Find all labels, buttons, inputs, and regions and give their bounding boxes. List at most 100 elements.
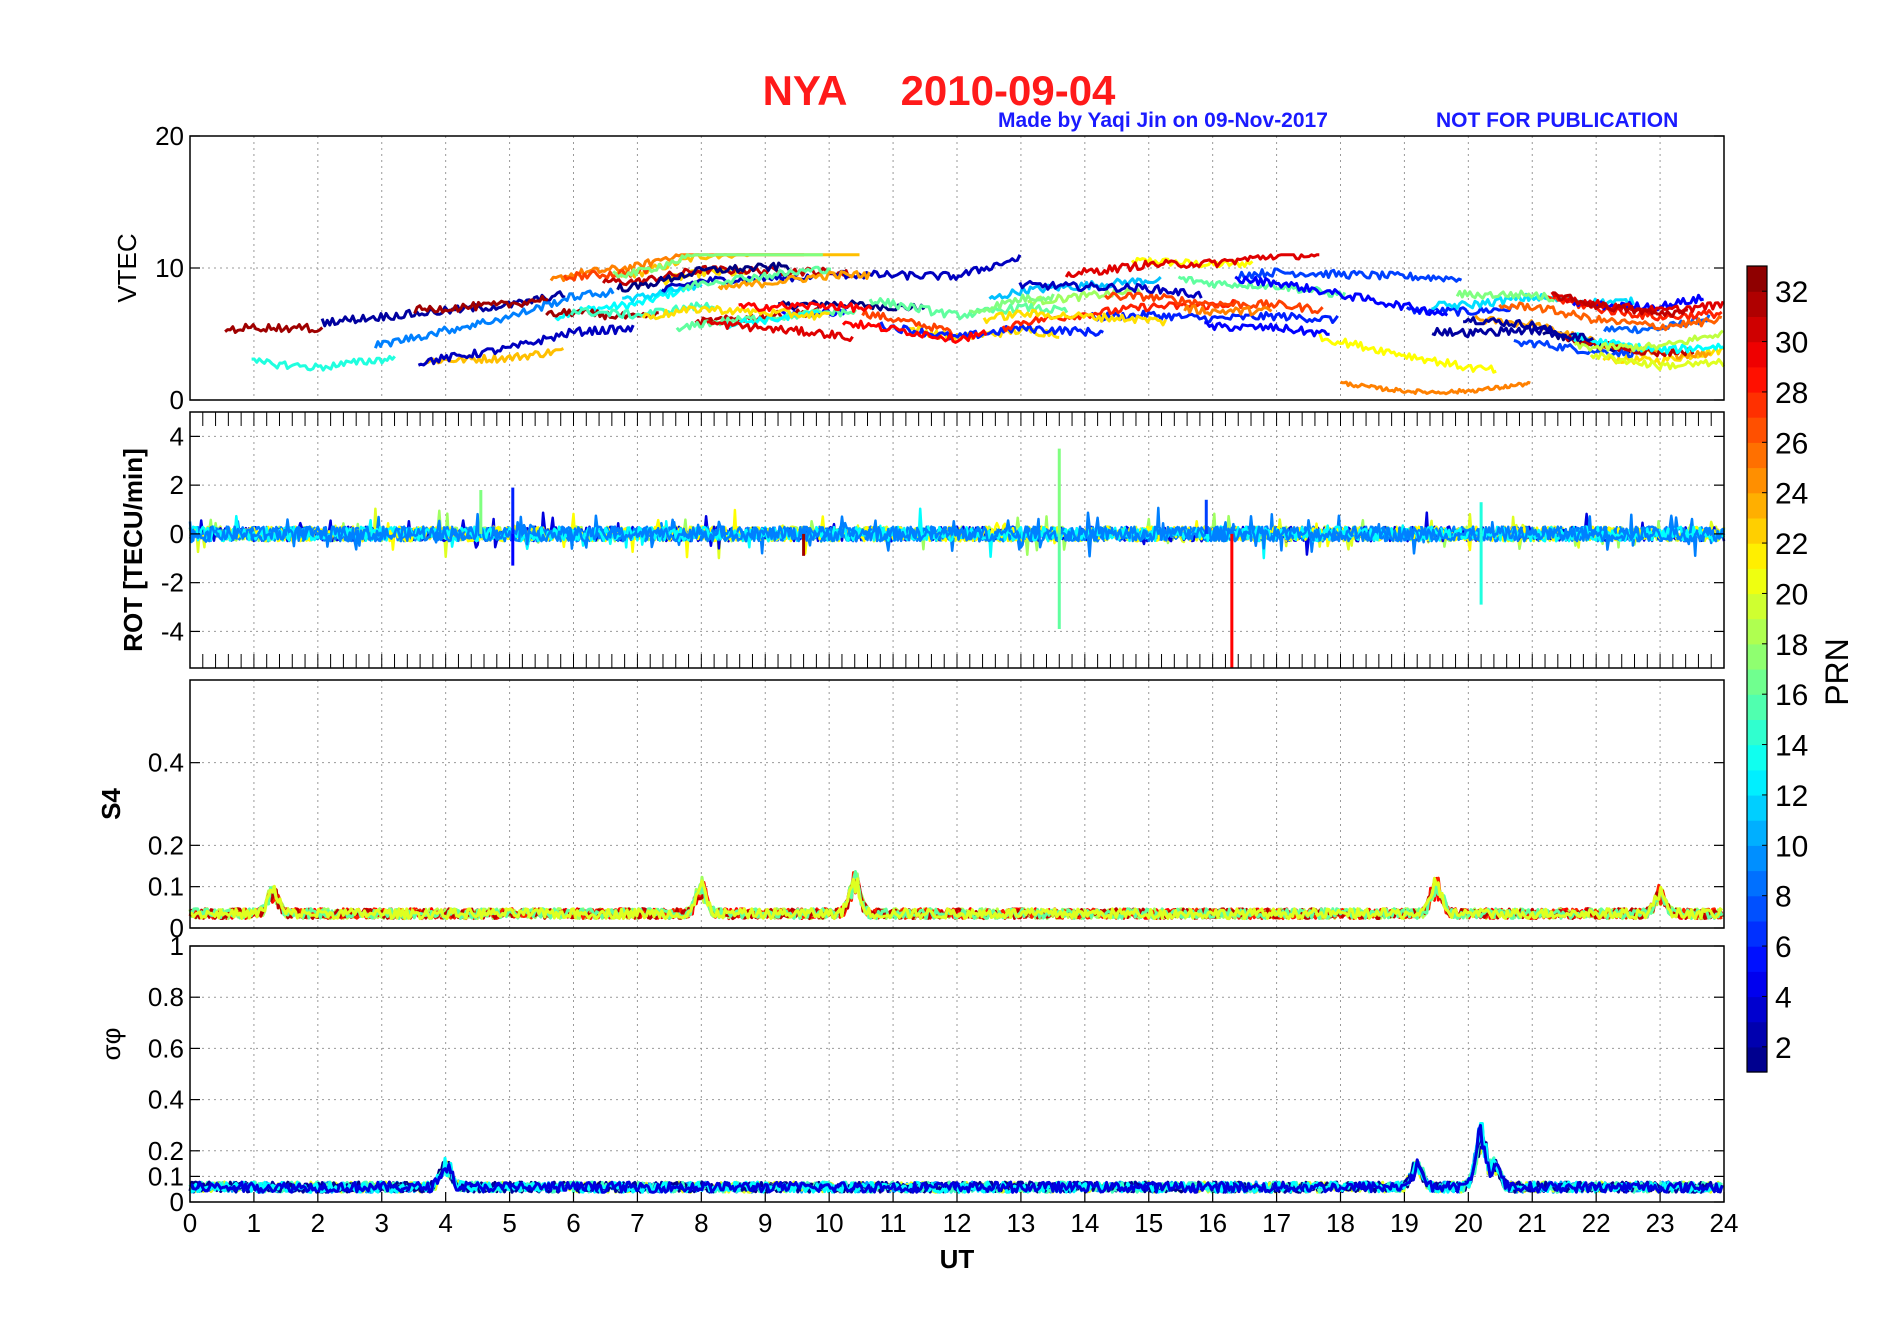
colorbar-segment: [1747, 669, 1767, 695]
chart-title-date: 2010-09-04: [901, 67, 1116, 114]
x-tick-label: 11: [880, 1208, 907, 1238]
y-tick-label: 4: [170, 421, 184, 451]
colorbar-tick-label: 14: [1775, 730, 1808, 763]
colorbar-segment: [1747, 291, 1767, 317]
colorbar-segment: [1747, 946, 1767, 972]
colorbar-tick-label: 6: [1775, 931, 1792, 964]
x-tick-label: 2: [311, 1208, 325, 1238]
y-tick-label: 0: [170, 385, 184, 415]
colorbar-segment: [1747, 341, 1767, 368]
colorbar-segment: [1747, 316, 1767, 343]
colorbar-segment: [1747, 820, 1767, 846]
x-tick-label: 4: [438, 1208, 452, 1238]
colorbar-segment: [1747, 593, 1767, 620]
y-tick-label: 0.6: [148, 1033, 184, 1063]
x-tick-label: 10: [815, 1208, 844, 1238]
colorbar: 2468101214161820222426283032PRN: [1746, 265, 1855, 1073]
colorbar-segment: [1747, 870, 1767, 897]
colorbar-segment: [1747, 391, 1767, 418]
y-tick-label: 20: [155, 121, 184, 151]
colorbar-segment: [1747, 719, 1767, 746]
colorbar-tick-label: 10: [1775, 830, 1808, 863]
panel-rot: -4 -2 0 2 4 ROT [TECU/min]: [118, 411, 1726, 669]
y-tick-label: -4: [161, 616, 184, 646]
y-tick-label: 10: [155, 253, 184, 283]
y-axis-label: VTEC: [112, 233, 142, 302]
colorbar-tick-label: 28: [1775, 377, 1808, 410]
colorbar-tick-label: 32: [1775, 276, 1808, 309]
x-tick-label: 22: [1582, 1208, 1611, 1238]
panels: 01020VTEC-4-2024ROT [TECU/min]00.10.20.4…: [96, 121, 1726, 1217]
colorbar-segment: [1747, 694, 1767, 720]
colorbar-segment: [1747, 1046, 1767, 1073]
x-tick-label: 0: [183, 1208, 197, 1238]
x-tick-label: 3: [375, 1208, 389, 1238]
colorbar-tick-label: 2: [1775, 1032, 1792, 1065]
y-tick-label: 0.4: [148, 1085, 184, 1115]
credit-text: Made by Yaqi Jin on 09-Nov-2017: [998, 109, 1328, 132]
x-tick-label: 24: [1710, 1208, 1739, 1238]
colorbar-tick-label: 26: [1775, 427, 1808, 460]
colorbar-segment: [1747, 744, 1767, 771]
colorbar-segment: [1747, 971, 1767, 998]
colorbar-segment: [1747, 266, 1767, 292]
y-axis-label: S4: [96, 788, 126, 820]
colorbar-tick-label: 30: [1775, 327, 1808, 360]
x-tick-label: 17: [1262, 1208, 1291, 1238]
y-tick-label: 0.1: [148, 1161, 184, 1191]
x-tick-label: 8: [694, 1208, 708, 1238]
colorbar-segment: [1747, 1021, 1767, 1048]
x-tick-label: 9: [758, 1208, 772, 1238]
colorbar-segment: [1747, 643, 1767, 670]
panel-sigma_phi: 00.10.20.40.60.81σφ: [96, 931, 1725, 1217]
x-tick-label: 13: [1006, 1208, 1035, 1238]
y-tick-label: 0.1: [148, 872, 184, 902]
y-axis-label: σφ: [96, 1028, 126, 1061]
colorbar-tick-label: 8: [1775, 881, 1792, 914]
y-axis-label: ROT [TECU/min]: [118, 448, 148, 652]
colorbar-segment: [1747, 417, 1767, 443]
colorbar-segment: [1747, 568, 1767, 595]
x-tick-label: 16: [1198, 1208, 1227, 1238]
x-tick-label: 19: [1390, 1208, 1419, 1238]
panel-vtec: 0 10 20 VTEC: [112, 121, 1726, 415]
colorbar-tick-label: 18: [1775, 629, 1808, 662]
y-tick-label: 0.4: [148, 748, 184, 778]
colorbar-tick-label: 12: [1775, 780, 1808, 813]
y-tick-label: -2: [161, 568, 184, 598]
colorbar-tick-label: 22: [1775, 528, 1808, 561]
colorbar-segment: [1747, 492, 1767, 519]
colorbar-label: PRN: [1819, 638, 1855, 706]
y-tick-label: 0.8: [148, 982, 184, 1012]
colorbar-segment: [1747, 543, 1767, 569]
x-tick-label: 7: [630, 1208, 644, 1238]
x-tick-label: 14: [1070, 1208, 1099, 1238]
colorbar-tick-label: 24: [1775, 478, 1808, 511]
colorbar-segment: [1747, 618, 1767, 645]
colorbar-segment: [1747, 442, 1767, 469]
colorbar-segment: [1747, 366, 1767, 393]
colorbar-segment: [1747, 920, 1767, 947]
colorbar-segment: [1747, 895, 1767, 922]
y-tick-label: 1: [170, 931, 184, 961]
y-tick-label: 0.2: [148, 1136, 184, 1166]
colorbar-segment: [1747, 845, 1767, 872]
colorbar-segment: [1747, 769, 1767, 796]
x-tick-label: 12: [943, 1208, 972, 1238]
publication-notice: NOT FOR PUBLICATION: [1436, 109, 1678, 132]
x-tick-label: 20: [1454, 1208, 1483, 1238]
x-tick-label: 1: [247, 1208, 261, 1238]
y-tick-label: 2: [170, 470, 184, 500]
x-tick-label: 18: [1326, 1208, 1355, 1238]
y-tick-label: 0: [170, 519, 184, 549]
x-tick-label: 21: [1518, 1208, 1547, 1238]
x-tick-label: 6: [566, 1208, 580, 1238]
y-tick-label: 0.2: [148, 830, 184, 860]
colorbar-tick-label: 16: [1775, 679, 1808, 712]
x-tick-label: 5: [502, 1208, 516, 1238]
figure: NYA 2010-09-04 Made by Yaqi Jin on 09-No…: [96, 67, 1855, 1274]
x-tick-label: 15: [1134, 1208, 1163, 1238]
colorbar-tick-label: 4: [1775, 981, 1792, 1014]
colorbar-segment: [1747, 794, 1767, 821]
chart-title-station: NYA: [763, 67, 848, 114]
